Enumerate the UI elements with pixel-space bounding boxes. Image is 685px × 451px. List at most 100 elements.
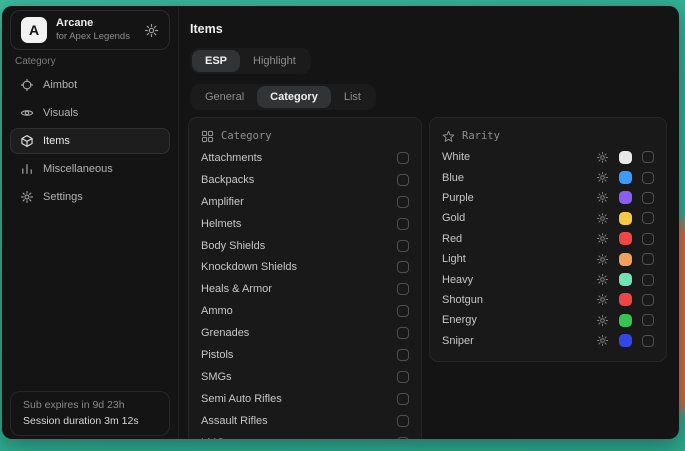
- rarity-settings-icon[interactable]: [596, 334, 609, 347]
- category-checkbox[interactable]: [397, 415, 409, 427]
- sidebar-item-label: Settings: [43, 191, 83, 203]
- rarity-settings-icon[interactable]: [596, 253, 609, 266]
- sidebar-item-label: Miscellaneous: [43, 163, 113, 175]
- rarity-row-label: White: [442, 151, 596, 163]
- rarity-checkbox[interactable]: [642, 335, 654, 347]
- rarity-row-label: Heavy: [442, 274, 596, 286]
- rarity-checkbox[interactable]: [642, 192, 654, 204]
- category-row-label: Body Shields: [201, 240, 397, 252]
- rarity-settings-icon[interactable]: [596, 273, 609, 286]
- sidebar-nav-item[interactable]: Visuals: [10, 100, 170, 126]
- sidebar-item-label: Aimbot: [43, 79, 77, 91]
- category-list: Attachments Backpacks Amplifier Helmets: [201, 147, 409, 439]
- rarity-color-swatch[interactable]: [619, 212, 632, 225]
- category-row-label: Heals & Armor: [201, 283, 397, 295]
- category-checkbox[interactable]: [397, 327, 409, 339]
- rarity-color-swatch[interactable]: [619, 171, 632, 184]
- category-checkbox[interactable]: [397, 240, 409, 252]
- rarity-checkbox[interactable]: [642, 253, 654, 265]
- rarity-list: White Blue: [442, 147, 654, 351]
- sub-expires-text: Sub expires in 9d 23h: [23, 399, 157, 411]
- sidebar-nav-item[interactable]: Aimbot: [10, 72, 170, 98]
- rarity-row: Heavy: [442, 269, 654, 289]
- category-row-label: SMGs: [201, 371, 397, 383]
- rarity-settings-icon[interactable]: [596, 232, 609, 245]
- rarity-settings-icon[interactable]: [596, 171, 609, 184]
- rarity-color-swatch[interactable]: [619, 191, 632, 204]
- rarity-row: Energy: [442, 310, 654, 330]
- view-tab[interactable]: Category: [257, 86, 331, 108]
- rarity-checkbox[interactable]: [642, 233, 654, 245]
- view-tab[interactable]: List: [331, 86, 374, 108]
- app-window: A Arcane for Apex Legends Category: [2, 6, 679, 439]
- rarity-settings-icon[interactable]: [596, 293, 609, 306]
- category-checkbox[interactable]: [397, 196, 409, 208]
- category-checkbox[interactable]: [397, 393, 409, 405]
- sidebar: A Arcane for Apex Legends Category: [2, 6, 179, 439]
- sidebar-nav-item[interactable]: Items: [10, 128, 170, 154]
- rarity-checkbox[interactable]: [642, 172, 654, 184]
- category-checkbox[interactable]: [397, 349, 409, 361]
- rarity-settings-icon[interactable]: [596, 191, 609, 204]
- category-row-label: Backpacks: [201, 174, 397, 186]
- category-row-label: Amplifier: [201, 196, 397, 208]
- sidebar-item-icon: [20, 106, 34, 120]
- category-panel: Category Attachments Backpacks Amplifier: [188, 117, 422, 439]
- rarity-color-swatch[interactable]: [619, 334, 632, 347]
- category-checkbox[interactable]: [397, 218, 409, 230]
- sidebar-item-icon: [20, 162, 34, 176]
- rarity-color-swatch[interactable]: [619, 151, 632, 164]
- category-checkbox[interactable]: [397, 152, 409, 164]
- mode-tab[interactable]: ESP: [192, 50, 240, 72]
- rarity-panel-header: Rarity: [442, 127, 654, 145]
- category-row: Helmets: [201, 213, 409, 235]
- rarity-color-swatch[interactable]: [619, 253, 632, 266]
- category-row-label: Assault Rifles: [201, 415, 397, 427]
- rarity-row: Gold: [442, 208, 654, 228]
- category-row-label: Attachments: [201, 152, 397, 164]
- rarity-checkbox[interactable]: [642, 274, 654, 286]
- brand-settings-icon[interactable]: [144, 23, 159, 38]
- sidebar-item-icon: [20, 190, 34, 204]
- category-panel-header: Category: [201, 127, 409, 145]
- rarity-checkbox[interactable]: [642, 151, 654, 163]
- sidebar-nav: Aimbot Visuals: [10, 72, 170, 212]
- rarity-row: Sniper: [442, 331, 654, 351]
- sidebar-nav-item[interactable]: Miscellaneous: [10, 156, 170, 182]
- category-row-label: Helmets: [201, 218, 397, 230]
- view-tab[interactable]: General: [192, 86, 257, 108]
- rarity-row-label: Purple: [442, 192, 596, 204]
- category-row: Grenades: [201, 322, 409, 344]
- category-checkbox[interactable]: [397, 371, 409, 383]
- sidebar-nav-item[interactable]: Settings: [10, 184, 170, 210]
- rarity-color-swatch[interactable]: [619, 273, 632, 286]
- category-checkbox[interactable]: [397, 174, 409, 186]
- rarity-settings-icon[interactable]: [596, 212, 609, 225]
- category-row: Assault Rifles: [201, 410, 409, 432]
- category-checkbox[interactable]: [397, 261, 409, 273]
- mode-tab[interactable]: Highlight: [240, 50, 309, 72]
- category-row-label: Semi Auto Rifles: [201, 393, 397, 405]
- rarity-color-swatch[interactable]: [619, 232, 632, 245]
- category-row: Semi Auto Rifles: [201, 388, 409, 410]
- rarity-settings-icon[interactable]: [596, 151, 609, 164]
- rarity-color-swatch[interactable]: [619, 314, 632, 327]
- rarity-checkbox[interactable]: [642, 212, 654, 224]
- category-row-label: LMGs: [201, 437, 397, 439]
- rarity-checkbox[interactable]: [642, 294, 654, 306]
- rarity-row-label: Sniper: [442, 335, 596, 347]
- mode-tabs: ESP Highlight: [190, 48, 311, 74]
- category-checkbox[interactable]: [397, 437, 409, 439]
- category-row: Body Shields: [201, 235, 409, 257]
- app-name: Arcane: [56, 17, 135, 31]
- category-row: Ammo: [201, 300, 409, 322]
- category-checkbox[interactable]: [397, 283, 409, 295]
- rarity-panel-title: Rarity: [462, 130, 500, 142]
- rarity-settings-icon[interactable]: [596, 314, 609, 327]
- category-checkbox[interactable]: [397, 305, 409, 317]
- rarity-checkbox[interactable]: [642, 314, 654, 326]
- category-row: Pistols: [201, 344, 409, 366]
- rarity-color-swatch[interactable]: [619, 293, 632, 306]
- rarity-row: Shotgun: [442, 290, 654, 310]
- view-tabs: General Category List: [190, 84, 376, 110]
